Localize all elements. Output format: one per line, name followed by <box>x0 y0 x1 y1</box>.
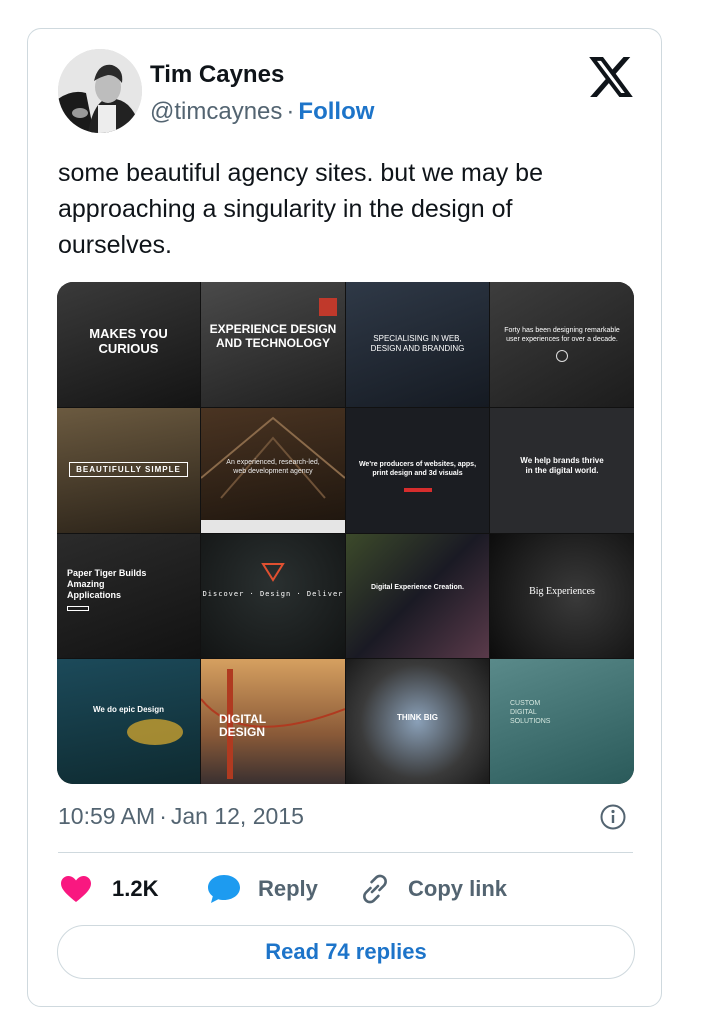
tile-caption: We're producers of websites, apps, print… <box>358 461 477 477</box>
time-separator: · <box>159 803 167 829</box>
follow-link[interactable]: Follow <box>298 98 374 125</box>
link-icon <box>363 874 387 904</box>
tweet-text: some beautiful agency sites. but we may … <box>58 159 543 259</box>
heart-icon <box>61 876 91 902</box>
turtle-shape <box>127 719 183 745</box>
media-tile: DIGITAL DESIGN <box>201 659 345 784</box>
tile-caption: Paper Tiger Builds Amazing Applications <box>67 568 147 600</box>
tile-cta <box>404 488 432 492</box>
divider <box>58 852 633 853</box>
tile-caption: Big Experiences <box>529 586 595 597</box>
tweet-card: Tim Caynes @timcaynes · Follow some beauti… <box>27 28 662 1007</box>
media-tile: MAKES YOU CURIOUS <box>57 282 200 407</box>
author-name[interactable]: Tim Caynes <box>150 61 284 89</box>
tile-caption: CUSTOM DIGITAL SOLUTIONS <box>510 700 551 725</box>
reply-label: Reply <box>258 876 318 901</box>
tile-caption: THINK BIG <box>397 713 438 722</box>
media-tile: Digital Experience Creation. <box>346 534 489 658</box>
read-replies-button[interactable]: Read 74 replies <box>57 925 635 979</box>
author-handle[interactable]: @timcaynes <box>150 98 282 125</box>
tile-cta <box>67 606 89 611</box>
timestamp[interactable]: 10:59 AM · Jan 12, 2015 <box>58 803 304 830</box>
x-logo-icon[interactable] <box>589 57 633 97</box>
tile-caption: DIGITAL DESIGN <box>219 712 266 739</box>
tile-caption: Forty has been designing remarkable user… <box>504 327 620 343</box>
info-icon[interactable] <box>599 803 627 831</box>
tile-caption: Digital Experience Creation. <box>371 584 464 591</box>
tweet-media[interactable]: MAKES YOU CURIOUS EXPERIENCE DESIGN AND … <box>57 282 634 784</box>
media-tile: Paper Tiger Builds Amazing Applications <box>57 534 200 658</box>
media-tile: Discover · Design · Deliver <box>201 534 345 658</box>
reply-bubble-icon <box>208 875 240 903</box>
avatar-photo <box>58 49 142 133</box>
media-tile: BEAUTIFULLY SIMPLE <box>57 408 200 533</box>
tweet-date: Jan 12, 2015 <box>170 803 304 829</box>
play-icon <box>556 350 568 362</box>
tile-caption: SPECIALISING IN WEB, DESIGN AND BRANDING <box>370 334 465 353</box>
copy-link-label: Copy link <box>408 876 508 901</box>
media-tile: Forty has been designing remarkable user… <box>490 282 634 407</box>
media-tile: SPECIALISING IN WEB, DESIGN AND BRANDING <box>346 282 489 407</box>
tile-caption: We do epic Design <box>93 705 164 714</box>
media-tile: An experienced, research-led, web develo… <box>201 408 345 533</box>
author-avatar[interactable] <box>58 49 142 133</box>
tile-caption: We help brands thrive in the digital wor… <box>520 456 604 475</box>
media-tile: Big Experiences <box>490 534 634 658</box>
copy-link-button[interactable]: Copy link <box>358 869 507 909</box>
media-tile: We help brands thrive in the digital wor… <box>490 408 634 533</box>
author-handle-row: @timcaynes · Follow <box>150 98 374 126</box>
action-bar: 1.2K Reply Copy link <box>58 869 638 909</box>
media-tile: EXPERIENCE DESIGN AND TECHNOLOGY <box>201 282 345 407</box>
tweet-time: 10:59 AM <box>58 803 156 829</box>
read-replies-label: Read 74 replies <box>265 939 427 964</box>
tile-caption: EXPERIENCE DESIGN AND TECHNOLOGY <box>209 322 337 350</box>
handle-separator: · <box>286 98 295 125</box>
tile-badge <box>319 298 337 316</box>
like-count: 1.2K <box>112 876 159 901</box>
media-tile: We do epic Design <box>57 659 200 784</box>
tile-caption: MAKES YOU CURIOUS <box>89 326 168 356</box>
media-tile: We're producers of websites, apps, print… <box>346 408 489 533</box>
tile-caption: An experienced, research-led, web develo… <box>226 459 320 475</box>
tile-caption: Discover · Design · Deliver <box>202 590 344 598</box>
tile-caption: BEAUTIFULLY SIMPLE <box>69 462 188 477</box>
media-tile: CUSTOM DIGITAL SOLUTIONS <box>490 659 634 784</box>
like-button[interactable]: 1.2K <box>60 869 158 909</box>
media-tile: THINK BIG <box>346 659 489 784</box>
reply-button[interactable]: Reply <box>206 869 318 909</box>
